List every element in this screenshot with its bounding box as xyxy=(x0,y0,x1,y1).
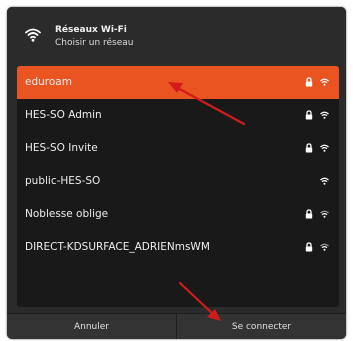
lock-icon xyxy=(305,77,313,87)
network-item-public-hes-so[interactable]: public-HES-SO xyxy=(17,165,339,198)
wifi-signal-icon xyxy=(320,177,329,185)
network-item-noblesse-oblige[interactable]: Noblesse oblige xyxy=(17,198,339,231)
network-name: eduroam xyxy=(25,76,72,88)
wifi-signal-icon xyxy=(320,243,329,251)
wifi-signal-icon xyxy=(320,78,329,86)
lock-icon xyxy=(305,242,313,252)
network-name: Noblesse oblige xyxy=(25,208,109,220)
network-item-eduroam[interactable]: eduroam xyxy=(17,66,339,99)
network-item-hes-so-admin[interactable]: HES-SO Admin xyxy=(17,99,339,132)
dialog-footer: Annuler Se connecter xyxy=(7,313,346,339)
wifi-signal-icon xyxy=(320,144,329,152)
network-name: DIRECT-KDSURFACE_ADRIENmsWM xyxy=(25,241,210,253)
wifi-signal-icon xyxy=(320,111,329,119)
wifi-dialog: Réseaux Wi-Fi Choisir un réseau eduroam … xyxy=(7,7,346,339)
dialog-header: Réseaux Wi-Fi Choisir un réseau xyxy=(7,7,346,59)
wifi-signal-icon xyxy=(320,210,329,218)
lock-icon xyxy=(305,209,313,219)
wifi-icon xyxy=(25,28,41,42)
lock-icon xyxy=(305,143,313,153)
cancel-button[interactable]: Annuler xyxy=(7,314,177,339)
dialog-title: Réseaux Wi-Fi xyxy=(55,25,127,35)
network-name: HES-SO Invite xyxy=(25,142,98,154)
network-item-direct-kdsurface[interactable]: DIRECT-KDSURFACE_ADRIENmsWM xyxy=(17,231,339,264)
connect-button[interactable]: Se connecter xyxy=(177,314,346,339)
lock-icon xyxy=(305,110,313,120)
dialog-subtitle: Choisir un réseau xyxy=(55,38,134,48)
network-list[interactable]: eduroam HES-SO Admin HES-SO Invite publi… xyxy=(17,66,339,307)
network-name: HES-SO Admin xyxy=(25,109,102,121)
network-item-hes-so-invite[interactable]: HES-SO Invite xyxy=(17,132,339,165)
network-name: public-HES-SO xyxy=(25,175,101,187)
